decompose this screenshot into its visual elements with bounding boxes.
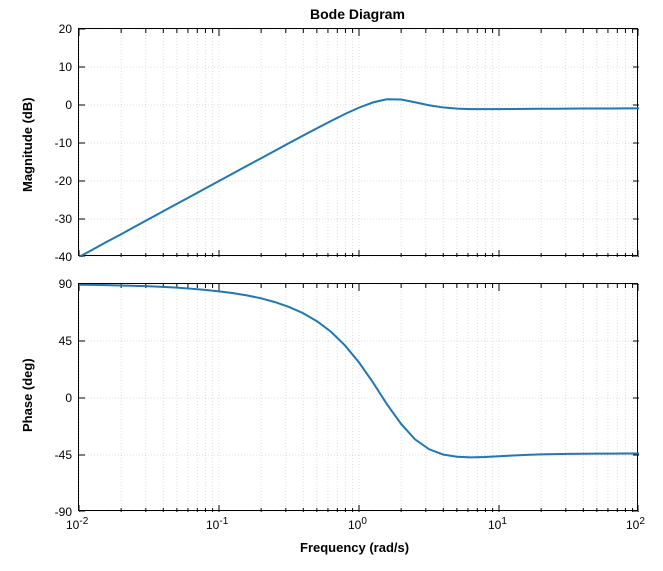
xtick-1e1: 101 [488, 516, 507, 532]
ph-ytick-45: 45 [59, 334, 72, 348]
xtick-1e2: 102 [626, 516, 645, 532]
mag-ytick-10: 10 [59, 60, 72, 74]
mag-ytick-20: 20 [59, 22, 72, 36]
phase-axes [78, 283, 638, 511]
mag-ytick--10: -10 [55, 136, 72, 150]
figure-xlabel: Frequency (rad/s) [300, 540, 409, 555]
xtick-1e0: 100 [348, 516, 367, 532]
xtick-1e-2: 10-2 [66, 516, 88, 532]
ph-ytick-90: 90 [59, 277, 72, 291]
phase-plot [79, 284, 639, 512]
xtick-1e-1: 10-1 [206, 516, 228, 532]
ph-ytick--45: -45 [55, 448, 72, 462]
mag-ytick--40: -40 [55, 250, 72, 264]
bode-figure: Bode Diagram Magnitude (dB) 20 10 0 -10 … [0, 0, 663, 571]
mag-ytick--30: -30 [55, 212, 72, 226]
mag-ytick--20: -20 [55, 174, 72, 188]
magnitude-axes [78, 28, 638, 256]
mag-ytick-0: 0 [65, 98, 72, 112]
magnitude-ylabel: Magnitude (dB) [20, 97, 35, 192]
magnitude-plot [79, 29, 639, 257]
phase-ylabel: Phase (deg) [20, 358, 35, 432]
figure-title: Bode Diagram [310, 6, 405, 22]
ph-ytick-0: 0 [65, 391, 72, 405]
